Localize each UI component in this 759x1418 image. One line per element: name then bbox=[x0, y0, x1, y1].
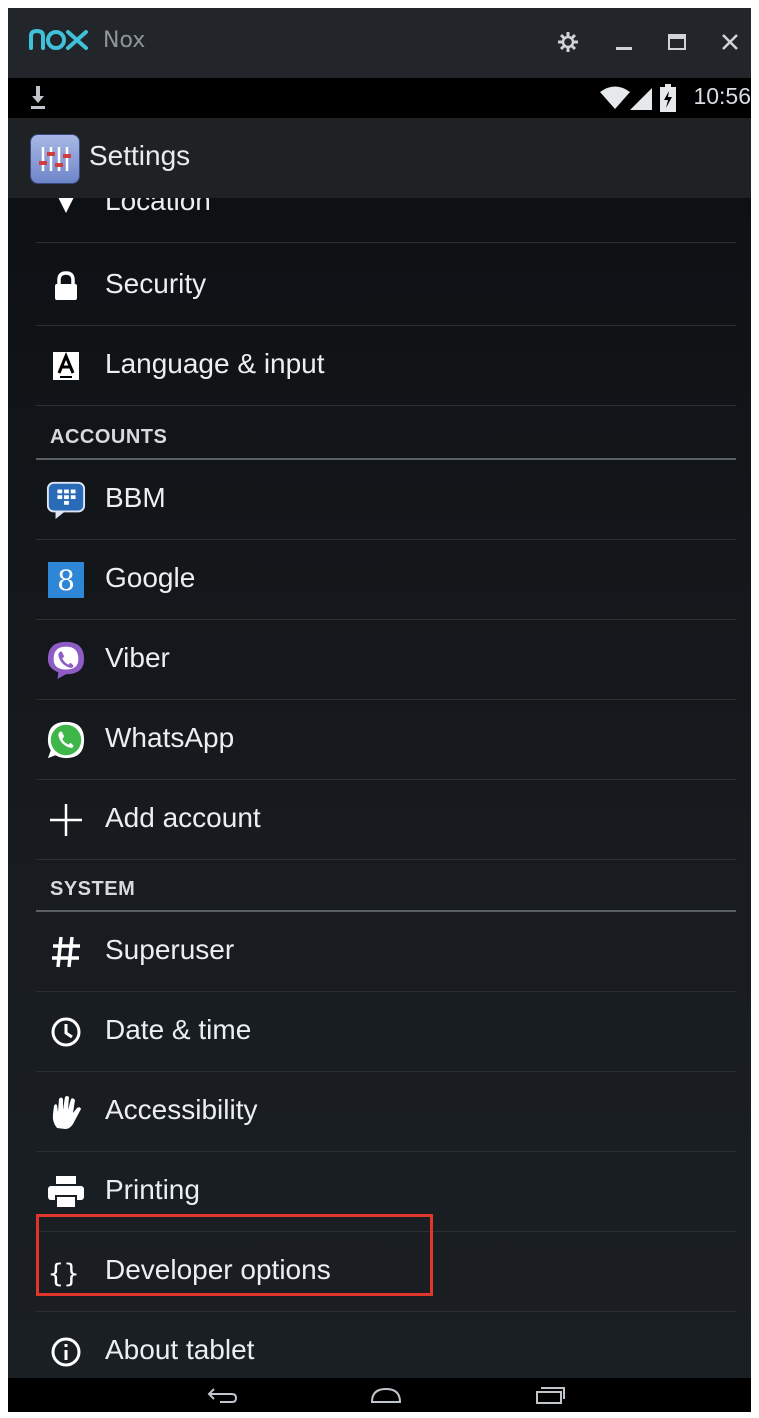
bbm-icon bbox=[46, 480, 86, 520]
location-icon bbox=[46, 198, 86, 223]
braces-icon: {} bbox=[46, 1252, 86, 1292]
download-icon bbox=[30, 86, 46, 114]
list-item-label: Accessibility bbox=[105, 1094, 258, 1125]
list-item-label: Date & time bbox=[105, 1014, 252, 1045]
list-item-label: Viber bbox=[105, 642, 170, 673]
settings-list: Location Security Language & input ACCOU… bbox=[8, 198, 751, 1378]
hand-icon bbox=[46, 1092, 86, 1132]
list-item-developer-options[interactable]: {} Developer options bbox=[36, 1232, 736, 1312]
window-title: Nox bbox=[103, 28, 146, 53]
list-item-label: BBM bbox=[105, 482, 166, 513]
section-header-system: SYSTEM bbox=[36, 866, 736, 912]
list-item-superuser[interactable]: Superuser bbox=[36, 912, 736, 992]
list-item-language[interactable]: Language & input bbox=[36, 326, 736, 406]
section-title: ACCOUNTS bbox=[50, 426, 168, 448]
signal-icon bbox=[630, 88, 652, 114]
battery-icon bbox=[660, 84, 676, 116]
nav-bar bbox=[8, 1378, 751, 1412]
list-item-label: About tablet bbox=[105, 1334, 255, 1365]
list-item-label: Google bbox=[105, 562, 196, 593]
status-bar: 10:56 bbox=[8, 78, 751, 118]
recents-icon[interactable] bbox=[530, 1381, 570, 1409]
hash-icon bbox=[46, 932, 86, 972]
list-item-label: Security bbox=[105, 268, 207, 299]
status-time: 10:56 bbox=[693, 83, 751, 109]
plus-icon bbox=[46, 800, 86, 840]
section-header-accounts: ACCOUNTS bbox=[36, 414, 736, 460]
lock-icon bbox=[46, 266, 86, 306]
list-item-viber[interactable]: Viber bbox=[36, 620, 736, 700]
keyboard-a-icon bbox=[46, 346, 86, 386]
printer-icon bbox=[46, 1172, 86, 1212]
svg-text:8: 8 bbox=[57, 564, 75, 597]
viber-icon bbox=[46, 640, 86, 680]
gear-icon[interactable] bbox=[552, 26, 584, 58]
list-item-label: WhatsApp bbox=[105, 722, 235, 753]
list-item-google[interactable]: 8 Google bbox=[36, 540, 736, 620]
wifi-icon bbox=[600, 86, 630, 114]
nox-titlebar: Nox bbox=[8, 8, 751, 78]
list-item-label: Printing bbox=[105, 1174, 200, 1205]
clock-icon bbox=[46, 1012, 86, 1052]
close-icon[interactable] bbox=[714, 26, 746, 58]
section-title: SYSTEM bbox=[50, 878, 136, 900]
list-item-label: Developer options bbox=[105, 1254, 331, 1285]
home-icon[interactable] bbox=[366, 1381, 406, 1409]
info-icon bbox=[46, 1332, 86, 1372]
page-title: Settings bbox=[89, 140, 191, 171]
add-account-button[interactable]: Add account bbox=[36, 780, 736, 860]
google-icon: 8 bbox=[46, 560, 86, 600]
settings-app-icon[interactable] bbox=[30, 134, 80, 184]
list-item-date-time[interactable]: Date & time bbox=[36, 992, 736, 1072]
back-icon[interactable] bbox=[202, 1381, 242, 1409]
action-bar: Settings bbox=[8, 118, 751, 198]
list-item-label: Location bbox=[105, 198, 211, 216]
list-item-label: Language & input bbox=[105, 348, 325, 379]
svg-text:{}: {} bbox=[48, 1259, 79, 1289]
list-item-printing[interactable]: Printing bbox=[36, 1152, 736, 1232]
whatsapp-icon bbox=[46, 720, 86, 760]
emulator-window: Nox 10:56 Settings Location Security Lan… bbox=[8, 8, 751, 1412]
nox-logo bbox=[28, 26, 90, 60]
list-item-security[interactable]: Security bbox=[36, 246, 736, 326]
list-item-accessibility[interactable]: Accessibility bbox=[36, 1072, 736, 1152]
list-item-about-tablet[interactable]: About tablet bbox=[36, 1312, 736, 1378]
list-item-label: Add account bbox=[105, 802, 261, 833]
maximize-icon[interactable] bbox=[661, 26, 693, 58]
list-item-bbm[interactable]: BBM bbox=[36, 460, 736, 540]
list-item-whatsapp[interactable]: WhatsApp bbox=[36, 700, 736, 780]
list-item-location[interactable]: Location bbox=[36, 198, 736, 243]
list-item-label: Superuser bbox=[105, 934, 235, 965]
minimize-icon[interactable] bbox=[608, 26, 640, 58]
